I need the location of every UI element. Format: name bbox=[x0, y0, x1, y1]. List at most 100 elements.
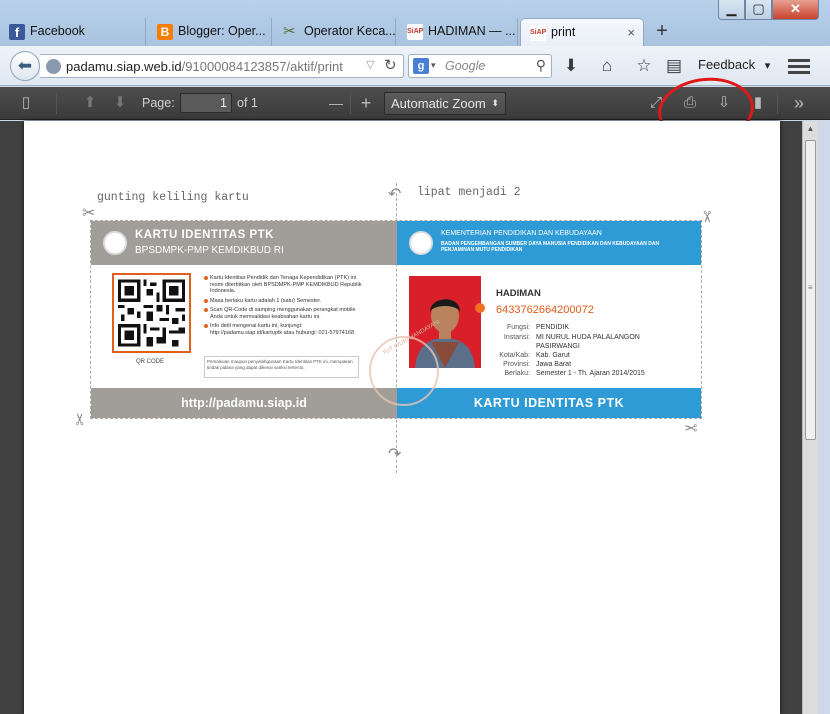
fold-arrow-icon: ↷ bbox=[388, 446, 402, 463]
reload-icon[interactable]: ↻ bbox=[384, 56, 397, 74]
toolbar-separator bbox=[777, 93, 778, 114]
tab-label: Facebook bbox=[30, 24, 85, 38]
chevron-down-icon: ▾ bbox=[764, 60, 771, 72]
back-arrow-icon: ⬅ bbox=[17, 56, 33, 75]
field-value: Semester 1 - Th. Ajaran 2014/2015 bbox=[536, 370, 645, 377]
cut-instruction: gunting keliling kartu bbox=[97, 191, 249, 204]
tab-blogger[interactable]: B Blogger: Oper... bbox=[148, 18, 272, 46]
page-number-input[interactable]: 1 bbox=[180, 93, 232, 113]
zoom-select-value: Automatic Zoom bbox=[391, 96, 486, 111]
legal-note: Pemalsuan maupun penyalahgunaan Kartu Id… bbox=[204, 356, 359, 378]
list-item: Info detil mengenai kartu ini, kunjungi:… bbox=[204, 323, 364, 336]
field-label: Berlaku: bbox=[504, 370, 530, 377]
tab-close-icon[interactable]: × bbox=[627, 19, 635, 46]
page-label: Page: bbox=[142, 96, 175, 110]
holder-name: HADIMAN bbox=[496, 288, 541, 299]
minimize-button[interactable]: ▁ bbox=[718, 0, 745, 20]
card-back: KARTU IDENTITAS PTK BPSDMPK-PMP KEMDIKBU… bbox=[91, 221, 397, 418]
list-item: Masa berlaku kartu adalah 1 (satu) Semes… bbox=[204, 298, 364, 305]
card-title: KARTU IDENTITAS PTK bbox=[135, 229, 274, 241]
card-info-list: Kartu Identitas Pendidik dan Tenaga Kepe… bbox=[204, 275, 364, 339]
field-label: Provinsi: bbox=[503, 361, 530, 368]
field-value: Jawa Barat bbox=[536, 361, 572, 368]
tab-strip: f Facebook B Blogger: Oper... ✂ Operator… bbox=[0, 0, 830, 46]
field-label: Kota/Kab: bbox=[499, 352, 530, 359]
field-value: PENDIDIK bbox=[536, 324, 570, 331]
scroll-up-icon[interactable]: ▲ bbox=[803, 121, 818, 137]
search-engine-dropdown-icon[interactable]: ▾ bbox=[431, 60, 436, 71]
search-input[interactable]: Google bbox=[445, 59, 485, 73]
pdf-viewer: gunting keliling kartu lipat menjadi 2 ↶… bbox=[0, 121, 812, 714]
qr-code bbox=[112, 273, 191, 353]
card-front: KEMENTERIAN PENDIDIKAN DAN KEBUDAYAAN BA… bbox=[397, 221, 701, 418]
page-count: of 1 bbox=[237, 96, 258, 110]
watermark-seal bbox=[369, 336, 439, 406]
maximize-button[interactable]: ▢ bbox=[745, 0, 772, 20]
zoom-select[interactable]: Automatic Zoom ⬍ bbox=[384, 92, 506, 115]
tab-label: HADIMAN — ... bbox=[428, 24, 516, 38]
field-label: Fungsi: bbox=[507, 324, 530, 331]
card-front-footer: KARTU IDENTITAS PTK bbox=[397, 388, 701, 418]
home-icon[interactable]: ⌂ bbox=[596, 56, 618, 78]
tab-label: Blogger: Oper... bbox=[178, 24, 266, 38]
tools-icon: ✂ bbox=[283, 23, 296, 40]
previous-page-icon[interactable]: ⬆ bbox=[79, 93, 101, 113]
url-text: padamu.siap.web.id/91000084123857/aktif/… bbox=[66, 59, 343, 74]
close-window-button[interactable]: ✕ bbox=[772, 0, 819, 20]
url-path: /91000084123857/aktif/print bbox=[181, 59, 343, 74]
zoom-in-button[interactable]: + bbox=[355, 93, 377, 113]
download-icon[interactable]: ⬇ bbox=[560, 56, 582, 78]
qr-code-label: QR CODE bbox=[136, 359, 165, 365]
siap-icon: SiAP bbox=[530, 25, 546, 41]
fold-instruction: lipat menjadi 2 bbox=[417, 186, 521, 199]
search-icon[interactable]: ⚲ bbox=[536, 57, 546, 74]
google-icon[interactable]: g bbox=[413, 58, 429, 74]
card-front-header: KEMENTERIAN PENDIDIKAN DAN KEBUDAYAAN BA… bbox=[397, 221, 701, 265]
tab-hadiman[interactable]: SiAP HADIMAN — ... bbox=[398, 18, 518, 46]
tab-label: Operator Keca... bbox=[304, 24, 396, 38]
card-back-footer: http://padamu.siap.id bbox=[91, 388, 397, 418]
pdf-page: gunting keliling kartu lipat menjadi 2 ↶… bbox=[24, 121, 780, 714]
scissors-icon: ✂ bbox=[684, 418, 698, 435]
tab-label: print bbox=[551, 25, 576, 39]
grip-icon: ≡ bbox=[808, 283, 813, 292]
card-back-header: KARTU IDENTITAS PTK BPSDMPK-PMP KEMDIKBU… bbox=[91, 221, 397, 265]
feedback-label: Feedback bbox=[698, 57, 756, 72]
blogger-icon: B bbox=[157, 24, 173, 40]
reading-list-icon[interactable]: ▤ bbox=[663, 56, 685, 78]
updown-arrow-icon: ⬍ bbox=[491, 98, 499, 108]
toolbar-separator bbox=[350, 93, 351, 114]
tab-print[interactable]: SiAP print × bbox=[520, 18, 644, 46]
url-bar[interactable]: padamu.siap.web.id/91000084123857/aktif/… bbox=[40, 54, 404, 78]
field-value: MI NURUL HUDA PALALANGON PASIRWANGI bbox=[536, 334, 640, 350]
card-subtitle: BPSDMPK-PMP KEMDIKBUD RI bbox=[135, 245, 284, 256]
holder-id-number: 6433762664200072 bbox=[496, 304, 594, 316]
scrollbar-thumb[interactable]: ≡ bbox=[805, 140, 816, 440]
hamburger-menu-icon[interactable] bbox=[788, 56, 810, 76]
siap-icon: SiAP bbox=[407, 24, 423, 40]
tab-facebook[interactable]: f Facebook bbox=[0, 18, 146, 46]
facebook-icon: f bbox=[9, 24, 25, 40]
toolbar-separator bbox=[56, 93, 57, 114]
next-page-icon[interactable]: ⬇ bbox=[109, 93, 131, 113]
tut-wuri-emblem-icon bbox=[409, 231, 433, 255]
window-border bbox=[818, 121, 830, 714]
back-button[interactable]: ⬅ bbox=[10, 51, 40, 81]
url-host: padamu.siap.web.id bbox=[66, 59, 182, 74]
bookmark-star-icon[interactable]: ☆ bbox=[633, 56, 655, 78]
fold-arrow-icon: ↶ bbox=[388, 186, 402, 203]
ministry-name: KEMENTERIAN PENDIDIKAN DAN KEBUDAYAAN bbox=[441, 230, 602, 237]
list-item: Kartu Identitas Pendidik dan Tenaga Kepe… bbox=[204, 275, 364, 295]
scissors-icon: ✂ bbox=[72, 412, 90, 426]
zoom-out-button[interactable]: — bbox=[325, 93, 347, 113]
new-tab-button[interactable]: + bbox=[650, 20, 674, 44]
sidebar-toggle-icon[interactable]: ▯ bbox=[15, 93, 37, 113]
search-bar[interactable]: g ▾ Google ⚲ bbox=[408, 54, 552, 78]
tools-menu-icon[interactable]: » bbox=[788, 93, 810, 113]
list-item: Scan QR-Code di samping menggunakan pera… bbox=[204, 307, 364, 320]
vertical-scrollbar[interactable]: ▲ ≡ bbox=[802, 121, 818, 714]
feedback-button[interactable]: Feedback ▾ bbox=[698, 57, 770, 72]
tab-operator[interactable]: ✂ Operator Keca... bbox=[274, 18, 396, 46]
agency-name: BADAN PENGEMBANGAN SUMBER DAYA MANUSIA P… bbox=[441, 241, 660, 253]
url-dropdown-icon[interactable]: ▽ bbox=[366, 58, 374, 71]
